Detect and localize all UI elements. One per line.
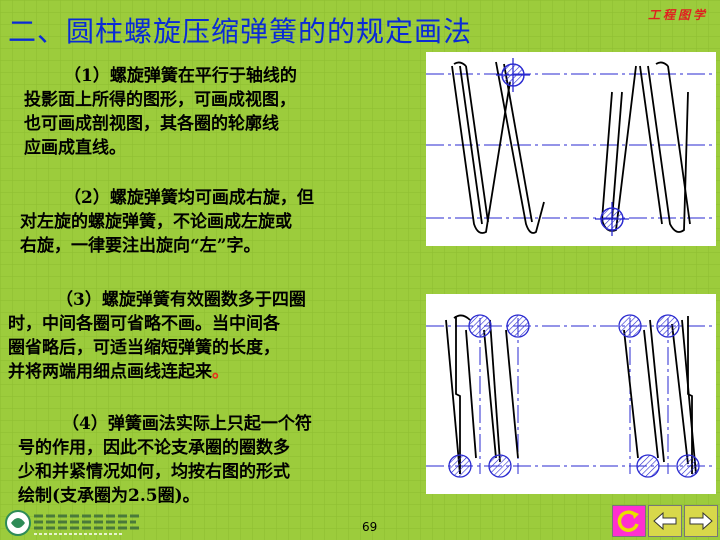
text-line: 号的作用，因此不论支承圈的圈数多 [18, 438, 290, 458]
paragraph-2: （2）螺旋弹簧均可画成右旋，但 对左旋的螺旋弹簧，不论画成左旋或 右旋，一律要注… [20, 186, 420, 258]
arrow-left-icon [653, 511, 677, 531]
text-line: （3）螺旋弹簧有效圈数多于四圈 [56, 290, 306, 310]
spring-drawing-bottom [426, 294, 716, 494]
page-number: 69 [362, 520, 378, 534]
text-line: （2）螺旋弹簧均可画成右旋，但 [64, 188, 314, 208]
refresh-icon [617, 510, 639, 532]
text-line: 少和并紧情况如何，均按右图的形式 [18, 462, 290, 482]
paragraph-3: （3）螺旋弹簧有效圈数多于四圈 时，中间各圈可省略不画。当中间各 圈省略后，可适… [8, 288, 418, 384]
text-line: 也可画成剖视图，其各圈的轮廓线 [24, 114, 279, 134]
text-line: 应画成直线。 [24, 138, 126, 158]
refresh-button[interactable] [612, 505, 646, 537]
text-line: 右旋，一律要注出旋向“左”字。 [20, 236, 261, 256]
paragraph-4: （4）弹簧画法实际上只起一个符 号的作用，因此不论支承圈的圈数多 少和并紧情况如… [18, 412, 418, 508]
spring-drawing-top [426, 52, 716, 246]
spring-shortened-drawing [426, 314, 716, 478]
page-title: 二、圆柱螺旋压缩弹簧的的规定画法 [8, 15, 473, 48]
text-line: 绘制(支承圈为2.5圈)。 [18, 486, 200, 506]
previous-button[interactable] [648, 505, 682, 537]
paragraph-1: （1）螺旋弹簧在平行于轴线的 投影面上所得的图形，可画成视图， 也可画成剖视图，… [24, 64, 414, 160]
text-line: 圈省略后，可适当缩短弹簧的长度， [8, 338, 280, 358]
arrow-right-icon [689, 511, 713, 531]
spring-section-drawing [426, 58, 716, 236]
text-line: 时，中间各圈可省略不画。当中间各 [8, 314, 280, 334]
text-line: （4）弹簧画法实际上只起一个符 [62, 414, 312, 434]
next-button[interactable] [684, 505, 718, 537]
university-logo-icon [5, 510, 140, 536]
text-line: 投影面上所得的图形，可画成视图， [24, 90, 296, 110]
end-mark: 。 [212, 362, 229, 382]
text-line: 并将两端用细点画线连起来 [8, 362, 212, 382]
corner-label: 工程图学 [647, 8, 708, 22]
text-line: （1）螺旋弹簧在平行于轴线的 [64, 66, 297, 86]
text-line: 对左旋的螺旋弹簧，不论画成左旋或 [20, 212, 292, 232]
